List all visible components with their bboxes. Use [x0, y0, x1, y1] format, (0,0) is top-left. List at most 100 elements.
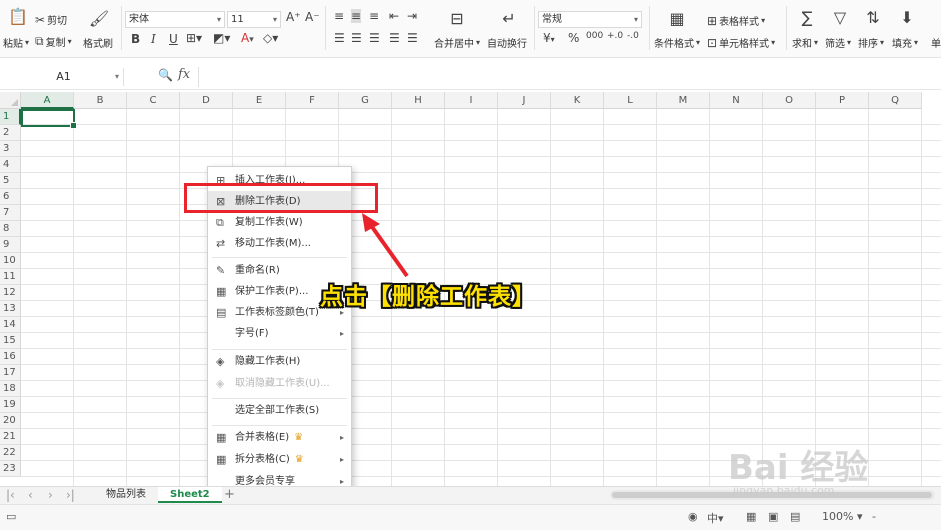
menu-move-sheet[interactable]: ⇄ 移动工作表(M)...	[208, 233, 351, 255]
row-header-6[interactable]: 6	[0, 189, 21, 205]
ime-indicator[interactable]: 中▾	[707, 510, 724, 526]
row-header-1[interactable]: 1	[0, 109, 21, 125]
font-name-select[interactable]: 宋体 ▾	[125, 11, 225, 28]
row-header-10[interactable]: 10	[0, 253, 21, 269]
page-layout-icon[interactable]: ▣	[768, 510, 778, 523]
row-header-15[interactable]: 15	[0, 333, 21, 349]
sort-button[interactable]: 排序 ▾	[858, 35, 884, 50]
clear-format-icon[interactable]: ◇▾	[263, 31, 278, 45]
row-header-7[interactable]: 7	[0, 205, 21, 221]
prev-sheet-icon[interactable]: ‹	[28, 488, 33, 502]
last-sheet-icon[interactable]: ›|	[66, 488, 75, 502]
column-header-a[interactable]: A	[21, 92, 74, 109]
row-header-9[interactable]: 9	[0, 237, 21, 253]
row-header-13[interactable]: 13	[0, 301, 21, 317]
currency-button[interactable]: ¥▾	[543, 31, 555, 45]
sort-icon[interactable]: ⇅	[862, 8, 884, 28]
wrap-text-button[interactable]: 自动换行	[487, 35, 527, 50]
wrap-text-icon[interactable]: ↵	[498, 9, 520, 29]
row-header-17[interactable]: 17	[0, 365, 21, 381]
add-sheet-button[interactable]: +	[224, 487, 235, 503]
fill-button[interactable]: 填充 ▾	[892, 35, 918, 50]
column-header-m[interactable]: M	[657, 92, 710, 109]
row-header-23[interactable]: 23	[0, 461, 21, 477]
row-header-5[interactable]: 5	[0, 173, 21, 189]
active-cell-a1[interactable]	[21, 109, 77, 129]
menu-select-all-sheets[interactable]: 选定全部工作表(S)	[208, 400, 351, 422]
column-header-f[interactable]: F	[286, 92, 339, 109]
decimal-increase-button[interactable]: +.0	[607, 31, 623, 41]
column-header-h[interactable]: H	[392, 92, 445, 109]
percent-button[interactable]: %	[568, 31, 579, 45]
row-header-19[interactable]: 19	[0, 397, 21, 413]
merge-center-button[interactable]: 合并居中 ▾	[434, 35, 480, 50]
row-header-2[interactable]: 2	[0, 125, 21, 141]
next-sheet-icon[interactable]: ›	[48, 488, 53, 502]
zoom-level[interactable]: 100% ▾	[822, 510, 862, 523]
merge-center-icon[interactable]: ⊟	[446, 9, 468, 29]
indent-decrease-icon[interactable]: ⇤	[389, 9, 399, 23]
table-style-button[interactable]: ⊞ 表格样式 ▾	[707, 13, 765, 29]
sum-icon[interactable]: ∑	[796, 8, 818, 28]
font-color-icon[interactable]: A▾	[241, 31, 254, 45]
decimal-decrease-button[interactable]: -.0	[627, 31, 639, 41]
column-header-i[interactable]: I	[445, 92, 498, 109]
column-header-c[interactable]: C	[127, 92, 180, 109]
menu-merge-tables[interactable]: ▦ 合并表格(E) ♛ ▸	[208, 427, 351, 449]
format-painter-button[interactable]: 格式刷	[83, 35, 113, 50]
border-icon[interactable]: ⊞▾	[186, 31, 202, 45]
zoom-search-icon[interactable]: 🔍	[158, 68, 173, 82]
menu-copy-sheet[interactable]: ⧉ 复制工作表(W)	[208, 212, 351, 234]
page-break-icon[interactable]: ▤	[790, 510, 800, 523]
menu-split-table[interactable]: ▦ 拆分表格(C) ♛ ▸	[208, 449, 351, 471]
paste-button[interactable]: 粘贴 ▾	[3, 35, 29, 50]
row-header-4[interactable]: 4	[0, 157, 21, 173]
zoom-out-button[interactable]: -	[872, 510, 876, 523]
normal-view-icon[interactable]: ▦	[746, 510, 756, 523]
column-header-l[interactable]: L	[604, 92, 657, 109]
menu-hide-sheet[interactable]: ◈ 隐藏工作表(H)	[208, 351, 351, 373]
column-header-g[interactable]: G	[339, 92, 392, 109]
number-format-select[interactable]: 常规 ▾	[538, 11, 642, 28]
column-header-d[interactable]: D	[180, 92, 233, 109]
format-painter-icon[interactable]: 🖌	[88, 9, 110, 29]
more-button[interactable]: 单	[931, 35, 941, 50]
macro-icon[interactable]: ▭	[6, 510, 16, 523]
align-bottom-icon[interactable]: ≡	[369, 9, 379, 23]
column-header-b[interactable]: B	[74, 92, 127, 109]
filter-icon[interactable]: ▽	[829, 8, 851, 28]
bold-button[interactable]: B	[131, 32, 140, 46]
align-middle-icon[interactable]: ≡	[351, 9, 362, 23]
column-header-p[interactable]: P	[816, 92, 869, 109]
copy-button[interactable]: ⧉ 复制 ▾	[35, 34, 72, 49]
justify-icon[interactable]: ☰	[389, 31, 400, 45]
function-icon[interactable]: fx	[178, 67, 190, 82]
row-header-18[interactable]: 18	[0, 381, 21, 397]
font-shrink-button[interactable]: A⁻	[305, 10, 320, 24]
conditional-format-button[interactable]: 条件格式 ▾	[654, 35, 700, 50]
sheet-tab-sheet2[interactable]: Sheet2	[158, 487, 222, 503]
sum-button[interactable]: 求和 ▾	[792, 35, 818, 50]
italic-button[interactable]: I	[151, 32, 156, 46]
underline-button[interactable]: U	[169, 32, 178, 46]
filter-button[interactable]: 筛选 ▾	[825, 35, 851, 50]
row-header-21[interactable]: 21	[0, 429, 21, 445]
row-header-8[interactable]: 8	[0, 221, 21, 237]
select-all-button[interactable]	[0, 92, 21, 109]
indent-increase-icon[interactable]: ⇥	[407, 9, 417, 23]
cut-button[interactable]: ✂ 剪切	[35, 12, 67, 28]
first-sheet-icon[interactable]: |‹	[6, 488, 15, 502]
row-header-12[interactable]: 12	[0, 285, 21, 301]
column-header-j[interactable]: J	[498, 92, 551, 109]
distribute-icon[interactable]: ☰	[407, 31, 418, 45]
column-header-q[interactable]: Q	[869, 92, 922, 109]
align-top-icon[interactable]: ≡	[334, 9, 344, 23]
sheet-tab-items[interactable]: 物品列表	[94, 487, 158, 503]
eye-protection-icon[interactable]: ◉	[688, 510, 698, 523]
align-left-icon[interactable]: ☰	[334, 31, 345, 45]
row-header-22[interactable]: 22	[0, 445, 21, 461]
align-right-icon[interactable]: ☰	[369, 31, 380, 45]
font-grow-button[interactable]: A⁺	[286, 10, 301, 24]
column-header-k[interactable]: K	[551, 92, 604, 109]
conditional-format-icon[interactable]: ▦	[666, 9, 688, 29]
